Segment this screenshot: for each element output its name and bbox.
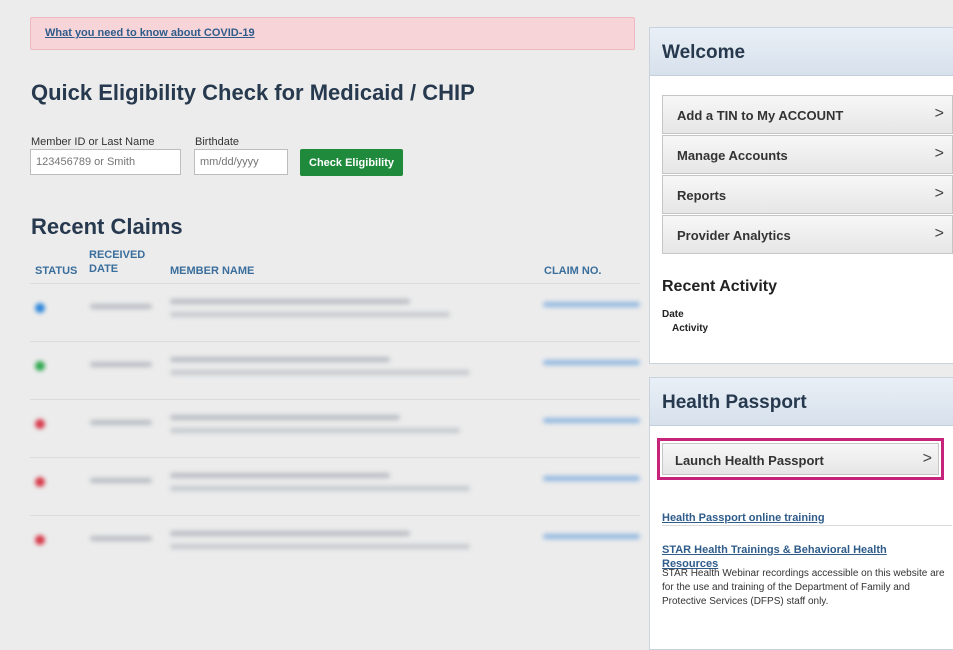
blurred-member-name — [170, 415, 400, 420]
status-dot-icon — [35, 477, 45, 487]
activity-label: Activity — [672, 323, 709, 334]
online-training-link[interactable]: Health Passport online training — [662, 512, 825, 524]
welcome-title: Welcome — [650, 28, 953, 76]
col-status: STATUS — [35, 265, 78, 277]
blurred-date — [90, 362, 152, 367]
recent-claims-title: Recent Claims — [31, 214, 183, 239]
table-row[interactable] — [30, 457, 640, 515]
birthdate-input[interactable] — [194, 149, 288, 175]
chevron-right-icon: > — [934, 225, 944, 242]
blurred-member-name — [170, 531, 410, 536]
col-claim-no: CLAIM NO. — [544, 265, 602, 277]
menu-label: Add a TIN to My ACCOUNT — [677, 108, 844, 123]
launch-highlight: Launch Health Passport > — [657, 438, 944, 480]
blurred-claim-number — [543, 534, 640, 539]
health-passport-title: Health Passport — [650, 378, 953, 426]
star-description: STAR Health Webinar recordings accessibl… — [662, 568, 945, 607]
status-dot-icon — [35, 303, 45, 313]
blurred-member-name — [170, 486, 470, 491]
col-received-date: RECEIVED DATE — [89, 249, 146, 275]
table-row[interactable] — [30, 515, 640, 573]
blurred-member-name — [170, 544, 470, 549]
table-row[interactable] — [30, 341, 640, 399]
menu-manage-accounts[interactable]: Manage Accounts > — [662, 135, 953, 174]
menu-add-tin[interactable]: Add a TIN to My ACCOUNT > — [662, 95, 953, 134]
main-content: What you need to know about COVID-19 Qui… — [0, 0, 645, 650]
blurred-member-name — [170, 370, 470, 375]
health-passport-panel: Health Passport Launch Health Passport >… — [649, 377, 953, 650]
menu-label: Manage Accounts — [677, 148, 788, 163]
table-row[interactable] — [30, 283, 640, 341]
chevron-right-icon: > — [934, 185, 944, 202]
covid-banner: What you need to know about COVID-19 — [30, 17, 635, 50]
table-row[interactable] — [30, 399, 640, 457]
eligibility-title: Quick Eligibility Check for Medicaid / C… — [31, 80, 475, 105]
launch-health-passport-button[interactable]: Launch Health Passport > — [662, 443, 939, 475]
check-eligibility-button[interactable]: Check Eligibility — [300, 149, 403, 176]
blurred-date — [90, 536, 152, 541]
blurred-member-name — [170, 299, 410, 304]
status-dot-icon — [35, 419, 45, 429]
menu-label: Provider Analytics — [677, 228, 791, 243]
divider — [662, 525, 952, 526]
blurred-claim-number — [543, 302, 640, 307]
activity-date-label: Date — [662, 309, 684, 320]
blurred-member-name — [170, 357, 390, 362]
chevron-right-icon: > — [934, 145, 944, 162]
blurred-claim-number — [543, 360, 640, 365]
covid-info-link[interactable]: What you need to know about COVID-19 — [45, 27, 255, 39]
chevron-right-icon: > — [922, 450, 932, 467]
blurred-member-name — [170, 312, 450, 317]
blurred-date — [90, 304, 152, 309]
welcome-panel: Welcome Add a TIN to My ACCOUNT > Manage… — [649, 27, 953, 364]
blurred-date — [90, 420, 152, 425]
member-id-label: Member ID or Last Name — [31, 136, 155, 148]
blurred-member-name — [170, 428, 460, 433]
menu-reports[interactable]: Reports > — [662, 175, 953, 214]
col-member-name: MEMBER NAME — [170, 265, 255, 277]
blurred-claim-number — [543, 476, 640, 481]
chevron-right-icon: > — [934, 105, 944, 122]
status-dot-icon — [35, 361, 45, 371]
birthdate-label: Birthdate — [195, 136, 240, 148]
blurred-claim-number — [543, 418, 640, 423]
menu-label: Reports — [677, 188, 727, 203]
blurred-date — [90, 478, 152, 483]
recent-activity-title: Recent Activity — [662, 278, 777, 295]
launch-label: Launch Health Passport — [675, 453, 824, 468]
status-dot-icon — [35, 535, 45, 545]
blurred-member-name — [170, 473, 390, 478]
member-id-input[interactable] — [30, 149, 181, 175]
menu-provider-analytics[interactable]: Provider Analytics > — [662, 215, 953, 254]
